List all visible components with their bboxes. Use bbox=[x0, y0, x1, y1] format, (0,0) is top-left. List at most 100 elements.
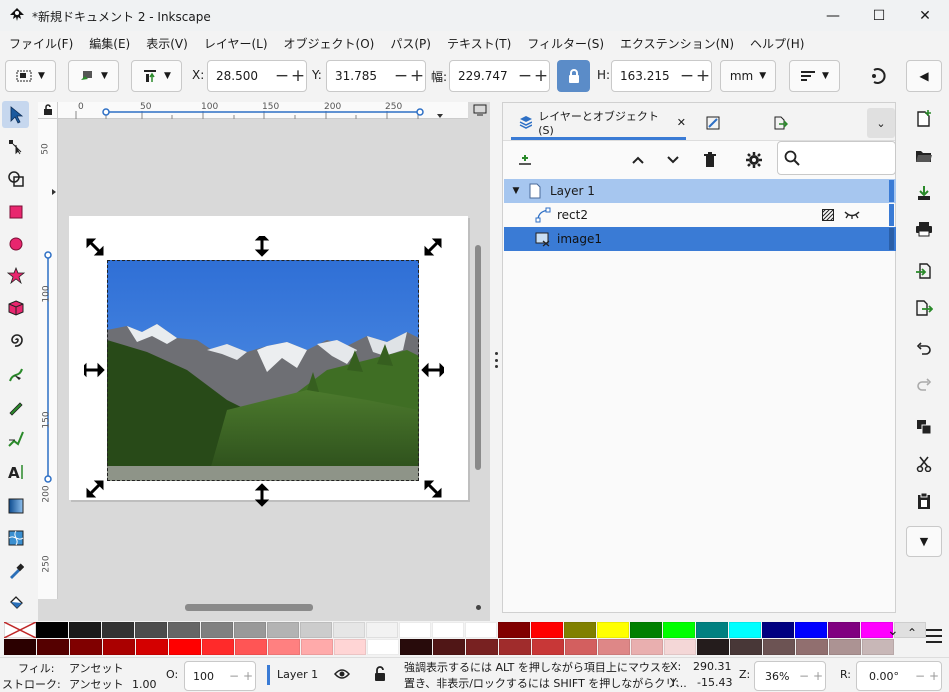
color-swatch[interactable] bbox=[597, 622, 629, 638]
open-button[interactable] bbox=[906, 141, 942, 171]
opacity-field[interactable]: 100 − + bbox=[184, 661, 256, 691]
selector-tool[interactable] bbox=[2, 101, 29, 128]
color-swatch[interactable] bbox=[531, 622, 563, 638]
object-transform-dropdown[interactable]: ▼ bbox=[68, 60, 119, 92]
color-swatch[interactable] bbox=[795, 622, 827, 638]
color-swatch[interactable] bbox=[630, 622, 662, 638]
minus-icon[interactable]: − bbox=[679, 66, 695, 86]
expander-icon[interactable]: ▼ bbox=[506, 186, 526, 196]
maximize-button[interactable]: ☐ bbox=[856, 0, 902, 31]
tab-fill-stroke[interactable] bbox=[701, 111, 725, 135]
undo-button[interactable] bbox=[906, 334, 942, 364]
color-swatch[interactable] bbox=[697, 639, 729, 655]
color-swatch[interactable] bbox=[466, 639, 498, 655]
spiral-tool[interactable] bbox=[2, 326, 29, 353]
vertical-scrollbar[interactable] bbox=[475, 245, 481, 470]
color-swatch[interactable] bbox=[763, 639, 795, 655]
color-swatch[interactable] bbox=[762, 622, 794, 638]
minus-icon[interactable]: − bbox=[797, 669, 811, 683]
vertical-ruler[interactable]: 50 100 150 200 250 bbox=[38, 119, 58, 599]
unit-dropdown[interactable]: mm ▼ bbox=[720, 60, 776, 92]
redo-button[interactable] bbox=[906, 370, 942, 400]
snap-toggle-icon[interactable] bbox=[870, 66, 892, 88]
plus-icon[interactable]: + bbox=[409, 66, 425, 86]
pencil-tool[interactable] bbox=[2, 393, 29, 420]
copy-button[interactable] bbox=[906, 412, 942, 442]
minimize-button[interactable]: — bbox=[810, 0, 856, 31]
pen-tool[interactable] bbox=[2, 361, 29, 388]
node-tool[interactable] bbox=[2, 133, 29, 160]
menu-text[interactable]: テキスト(T) bbox=[439, 31, 519, 57]
minus-icon[interactable]: − bbox=[393, 66, 409, 86]
tree-row-rect2[interactable]: rect2 bbox=[504, 203, 896, 227]
hidden-eye-icon[interactable] bbox=[844, 210, 860, 220]
minus-icon[interactable]: − bbox=[227, 669, 241, 683]
zoom-field[interactable]: 36% − + bbox=[754, 661, 826, 691]
color-swatch[interactable] bbox=[432, 622, 464, 638]
horizontal-ruler[interactable]: 0 50 100 150 200 250 bbox=[58, 102, 468, 119]
ellipse-tool[interactable] bbox=[2, 230, 29, 257]
color-swatch[interactable] bbox=[532, 639, 564, 655]
gradient-tool[interactable] bbox=[2, 492, 29, 519]
color-swatch[interactable] bbox=[234, 622, 266, 638]
menu-help[interactable]: ヘルプ(H) bbox=[742, 31, 812, 57]
selection-handles[interactable] bbox=[84, 236, 444, 508]
color-swatch[interactable] bbox=[102, 622, 134, 638]
tree-row-layer[interactable]: ▼ Layer 1 bbox=[504, 179, 896, 203]
print-button[interactable] bbox=[906, 214, 942, 244]
delete-button[interactable] bbox=[699, 149, 721, 171]
tab-export[interactable] bbox=[768, 111, 792, 135]
horizontal-scrollbar[interactable] bbox=[185, 604, 313, 611]
color-swatch[interactable] bbox=[696, 622, 728, 638]
plus-icon[interactable]: + bbox=[811, 669, 825, 683]
mesh-tool[interactable] bbox=[2, 524, 29, 551]
rectangle-tool[interactable] bbox=[2, 198, 29, 225]
palette-menu-icon[interactable] bbox=[926, 629, 942, 643]
color-swatch[interactable] bbox=[300, 622, 332, 638]
color-swatch[interactable] bbox=[268, 639, 300, 655]
color-swatch[interactable] bbox=[366, 622, 398, 638]
color-swatch[interactable] bbox=[828, 622, 860, 638]
color-swatch[interactable] bbox=[465, 622, 497, 638]
palette-scroll-down-icon[interactable]: ⌄ bbox=[887, 623, 899, 639]
plus-icon[interactable]: + bbox=[241, 669, 255, 683]
color-swatch[interactable] bbox=[301, 639, 333, 655]
color-swatch[interactable] bbox=[135, 622, 167, 638]
move-down-button[interactable] bbox=[662, 149, 684, 171]
commands-more-button[interactable]: ▼ bbox=[906, 526, 942, 557]
3d-box-tool[interactable] bbox=[2, 294, 29, 321]
search-input[interactable] bbox=[777, 141, 896, 175]
color-swatch[interactable] bbox=[631, 639, 663, 655]
x-field[interactable]: 28.500 − + bbox=[207, 60, 307, 92]
color-swatch[interactable] bbox=[201, 622, 233, 638]
menu-file[interactable]: ファイル(F) bbox=[1, 31, 81, 57]
lock-ratio-button[interactable] bbox=[557, 60, 590, 92]
color-swatch[interactable] bbox=[70, 639, 102, 655]
close-button[interactable]: ✕ bbox=[902, 0, 948, 31]
color-swatch[interactable] bbox=[103, 639, 135, 655]
calligraphy-tool[interactable] bbox=[2, 425, 29, 452]
color-swatch[interactable] bbox=[399, 622, 431, 638]
color-swatch[interactable] bbox=[862, 639, 894, 655]
minus-icon[interactable]: − bbox=[274, 66, 290, 86]
color-swatch[interactable] bbox=[69, 622, 101, 638]
paint-bucket-tool[interactable] bbox=[2, 589, 29, 616]
new-document-button[interactable] bbox=[906, 104, 942, 134]
eye-icon[interactable] bbox=[334, 668, 350, 680]
rotate-field[interactable]: 0.00° − + bbox=[856, 661, 942, 691]
plus-icon[interactable]: + bbox=[927, 669, 941, 683]
plus-icon[interactable]: + bbox=[695, 66, 711, 86]
menu-extensions[interactable]: エクステンション(N) bbox=[612, 31, 742, 57]
plus-icon[interactable]: + bbox=[533, 66, 549, 86]
menu-view[interactable]: 表示(V) bbox=[138, 31, 196, 57]
color-swatch[interactable] bbox=[333, 622, 365, 638]
snap-popover-button[interactable]: ◀ bbox=[906, 60, 942, 92]
color-swatch[interactable] bbox=[564, 622, 596, 638]
menu-layer[interactable]: レイヤー(L) bbox=[196, 31, 276, 57]
star-tool[interactable] bbox=[2, 262, 29, 289]
color-swatch[interactable] bbox=[433, 639, 465, 655]
panel-settings-button[interactable] bbox=[743, 149, 765, 171]
color-swatch[interactable] bbox=[796, 639, 828, 655]
color-swatch[interactable] bbox=[267, 622, 299, 638]
menu-path[interactable]: パス(P) bbox=[382, 31, 439, 57]
